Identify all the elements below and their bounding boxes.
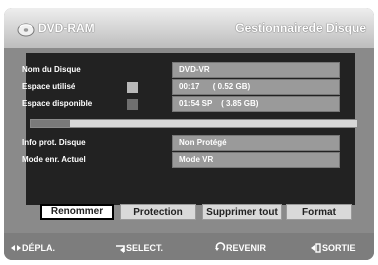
row-label: Info prot. Disque xyxy=(22,138,86,147)
row-value: 01:54 SP ( 3.85 GB) xyxy=(179,99,259,108)
action-buttons: Renommer Protection Supprimer tout Forma… xyxy=(4,204,374,220)
disc-usage-bar xyxy=(30,119,358,128)
hint-return: REVENIR xyxy=(214,241,266,253)
hint-exit: SORTIE xyxy=(310,241,356,253)
row-value: 00:17 ( 0.52 GB) xyxy=(179,82,251,91)
tv-screen: DVD-RAM Gestionnairede Disque Nom du Dis… xyxy=(4,8,374,260)
row-label: Nom du Disque xyxy=(22,65,81,74)
hint-move: DÉPLA. xyxy=(10,241,55,253)
info-row-disc-name: Nom du Disque DVD-VR xyxy=(12,62,340,78)
return-icon xyxy=(215,241,226,251)
menu-title: Gestionnairede Disque xyxy=(235,21,366,35)
rename-button[interactable]: Renommer xyxy=(40,204,114,220)
enter-icon xyxy=(116,244,125,253)
info-row-record-mode: Mode enr. Actuel Mode VR xyxy=(12,152,340,168)
protection-button[interactable]: Protection xyxy=(120,204,196,220)
disc-name-value: DVD-VR xyxy=(172,62,340,78)
title-bar: DVD-RAM Gestionnairede Disque xyxy=(4,8,374,48)
exit-icon xyxy=(311,242,321,253)
delete-all-button[interactable]: Supprimer tout xyxy=(202,204,282,220)
protection-value: Non Protégé xyxy=(172,135,340,151)
used-space-color-box xyxy=(127,82,138,93)
info-row-protection: Info prot. Disque Non Protégé xyxy=(12,135,340,151)
row-label: Espace utilisé xyxy=(22,82,76,91)
hint-exit-label: SORTIE xyxy=(322,242,356,253)
remote-hint-bar: DÉPLA. SELECT. REVENIR SORTIE xyxy=(4,233,374,260)
left-right-arrows-icon xyxy=(11,244,21,251)
disc-icon xyxy=(17,23,35,37)
record-mode-value: Mode VR xyxy=(172,152,340,168)
used-space-value: 00:17 ( 0.52 GB) xyxy=(172,79,340,95)
hint-select-label: SELECT. xyxy=(126,242,164,253)
info-row-used-space: Espace utilisé 00:17 ( 0.52 GB) xyxy=(12,79,340,95)
app-title: DVD-RAM xyxy=(38,21,95,35)
hint-move-label: DÉPLA. xyxy=(22,242,56,253)
row-value: Mode VR xyxy=(179,155,214,164)
hint-select: SELECT. xyxy=(114,241,163,253)
row-label: Mode enr. Actuel xyxy=(22,155,86,164)
row-value: Non Protégé xyxy=(179,138,227,147)
info-row-free-space: Espace disponible 01:54 SP ( 3.85 GB) xyxy=(12,96,340,112)
free-space-color-box xyxy=(127,99,138,110)
free-space-value: 01:54 SP ( 3.85 GB) xyxy=(172,96,340,112)
hint-return-label: REVENIR xyxy=(226,242,267,253)
format-button[interactable]: Format xyxy=(286,204,352,220)
disc-usage-fill xyxy=(31,120,71,127)
row-value: DVD-VR xyxy=(179,65,210,74)
row-label: Espace disponible xyxy=(22,99,93,108)
